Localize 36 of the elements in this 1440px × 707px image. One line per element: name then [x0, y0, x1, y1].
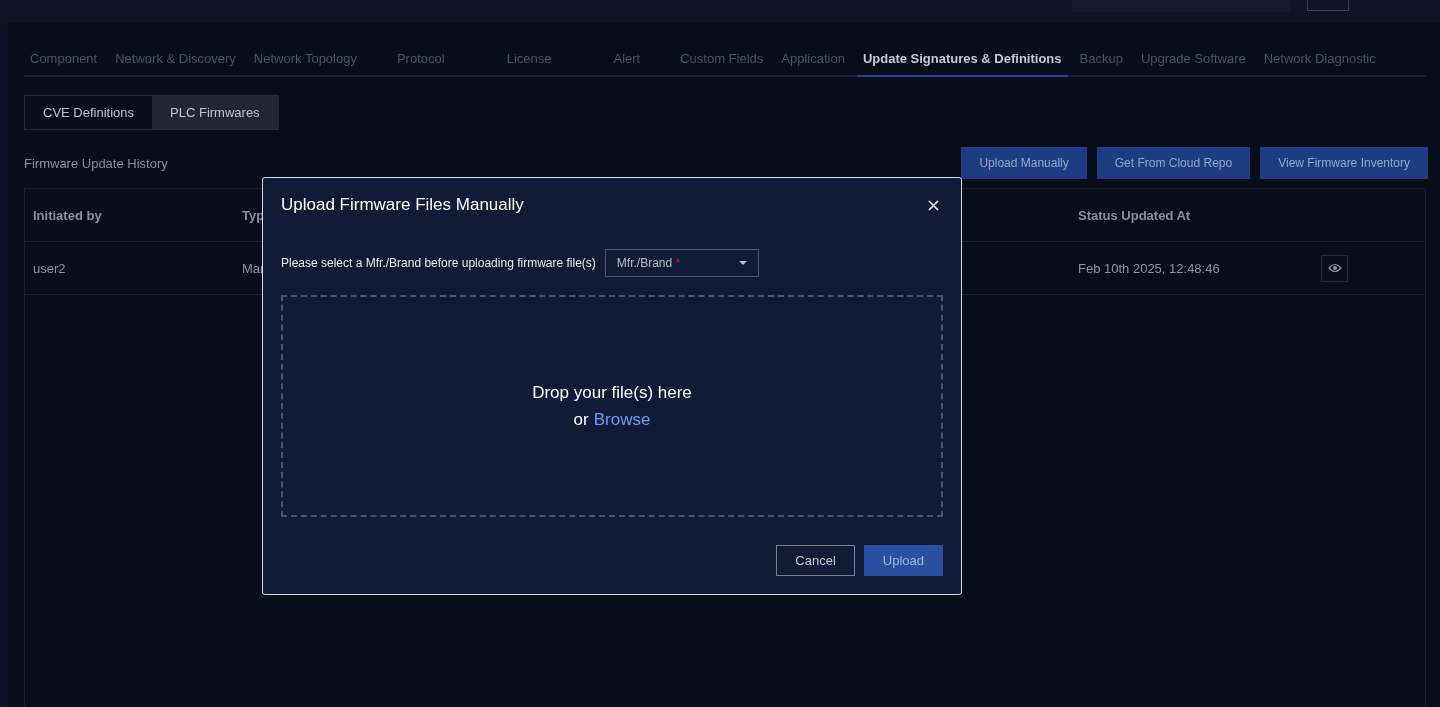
section-title: Firmware Update History — [24, 155, 168, 171]
or-text: or — [573, 409, 589, 430]
tab[interactable]: Component — [24, 44, 104, 77]
tab[interactable]: Upgrade Software — [1134, 44, 1252, 77]
tab[interactable]: Application — [775, 44, 851, 77]
tab[interactable]: Network & Discovery — [109, 44, 242, 77]
browse-link[interactable]: Browse — [593, 409, 651, 430]
table-cell: user2 — [33, 260, 66, 276]
tab[interactable]: Backup — [1073, 44, 1129, 77]
upload-button[interactable]: Upload — [863, 545, 943, 576]
tab[interactable]: Protocol — [368, 44, 473, 77]
caret-icon — [738, 261, 747, 265]
eye-icon — [1327, 263, 1342, 273]
table-cell: Mar — [242, 260, 265, 276]
action-button[interactable]: View Firmware Inventory — [1260, 147, 1428, 179]
tab[interactable]: Network Topology — [247, 44, 363, 77]
close-icon — [928, 199, 939, 211]
tab[interactable]: License — [478, 44, 580, 77]
sub-tab[interactable]: PLC Firmwares — [152, 96, 278, 129]
cancel-button[interactable]: Cancel — [776, 545, 855, 576]
column-header: Status Updated At — [1078, 207, 1191, 223]
drop-text: Drop your file(s) here — [532, 382, 692, 403]
action-button[interactable]: Upload Manually — [961, 147, 1087, 179]
brand-select[interactable]: Mfr./Brand * — [604, 249, 759, 277]
table-cell: Feb 10th 2025, 12:48:46 — [1078, 260, 1220, 276]
tab[interactable]: Alert — [585, 44, 669, 77]
column-header: Initiated by — [33, 207, 102, 223]
view-button[interactable] — [1321, 254, 1348, 282]
drop-zone[interactable]: Drop your file(s) here or Browse — [281, 295, 943, 517]
tab[interactable]: Custom Fields — [674, 44, 770, 77]
tab[interactable]: Network Diagnostic — [1257, 44, 1382, 77]
dialog-title: Upload Firmware Files Manually — [281, 195, 524, 215]
close-button[interactable] — [926, 197, 941, 213]
tab[interactable]: Update Signatures & Definitions — [856, 44, 1068, 77]
action-button[interactable]: Get From Cloud Repo — [1096, 147, 1251, 179]
prompt-text: Please select a Mfr./Brand before uploading firmware file(s) — [281, 256, 596, 270]
